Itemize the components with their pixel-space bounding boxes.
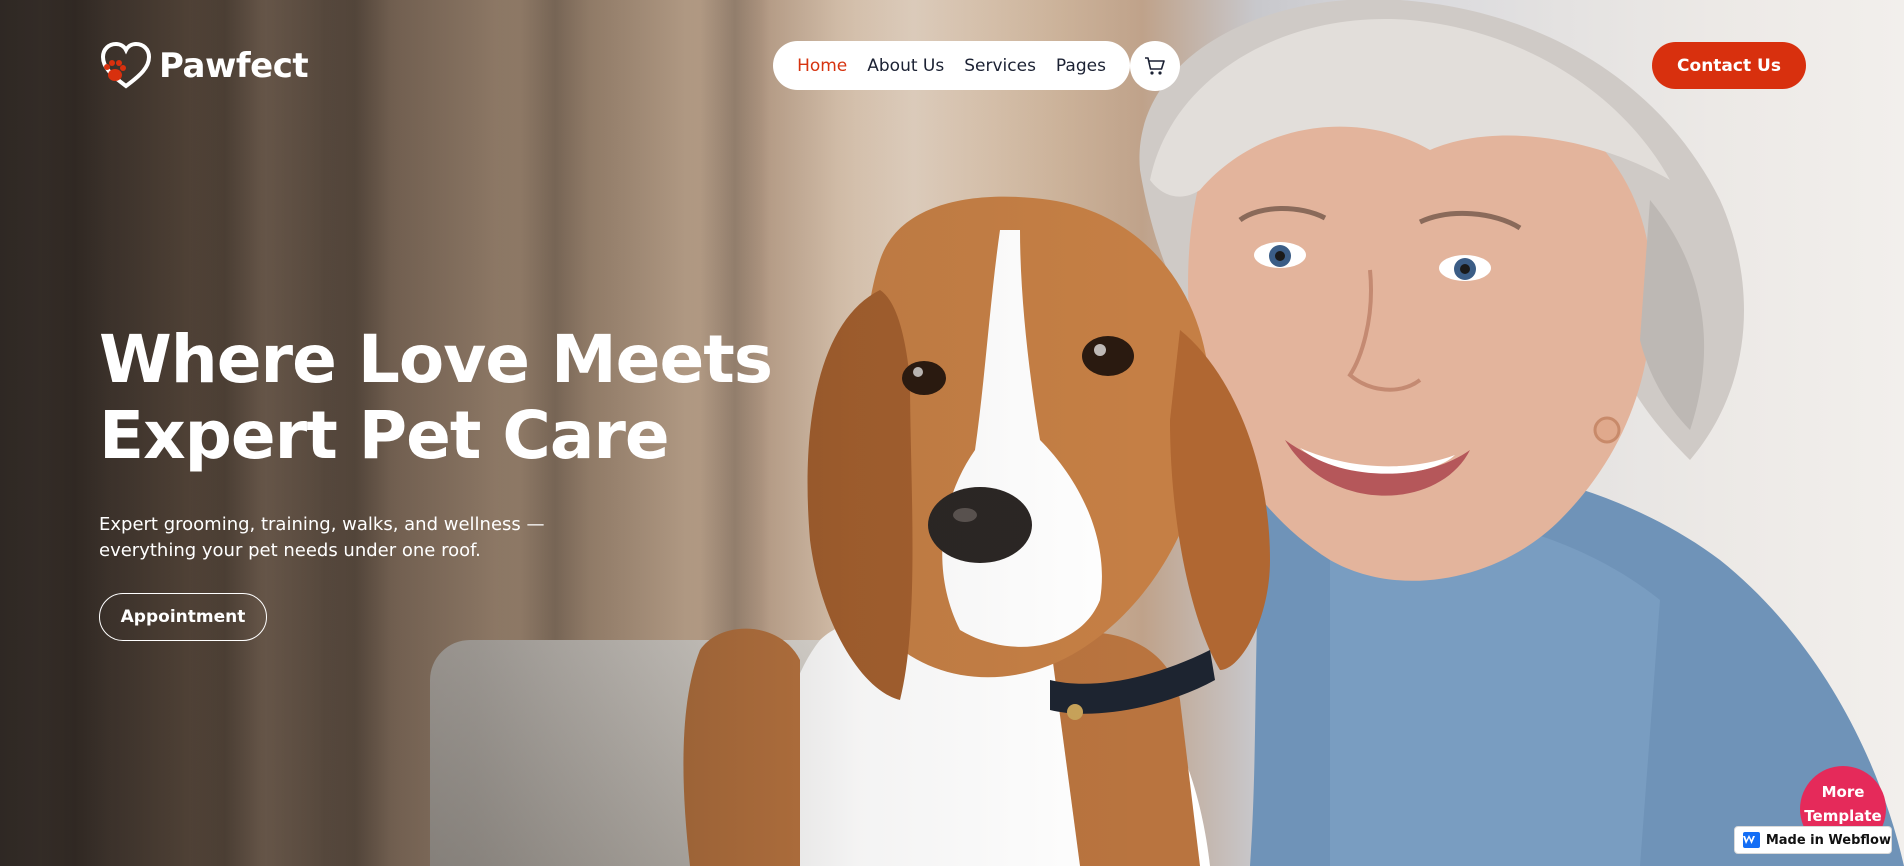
more-template-line-2: Template	[1804, 807, 1882, 825]
nav-link-home[interactable]: Home	[797, 56, 847, 76]
nav-link-pages[interactable]: Pages	[1056, 56, 1106, 76]
hero-subtitle-line-1: Expert grooming, training, walks, and we…	[99, 514, 545, 535]
hero-title: Where Love Meets Expert Pet Care	[99, 322, 799, 474]
contact-us-button[interactable]: Contact Us	[1652, 42, 1806, 89]
nav-link-services[interactable]: Services	[964, 56, 1036, 76]
main-nav: Home About Us Services Pages	[773, 41, 1130, 90]
hero-title-line-1: Where Love Meets	[99, 321, 773, 398]
webflow-badge-label: Made in Webflow	[1765, 832, 1891, 848]
hero-title-line-2: Expert Pet Care	[99, 397, 670, 474]
webflow-logo-icon	[1743, 832, 1760, 848]
cart-icon	[1145, 57, 1165, 75]
brand-logo[interactable]: Pawfect	[99, 40, 309, 92]
made-in-webflow-badge[interactable]: Made in Webflow	[1734, 826, 1892, 854]
hero-subtitle-line-2: everything your pet needs under one roof…	[99, 540, 481, 561]
cart-button[interactable]	[1130, 41, 1180, 91]
more-template-line-1: More	[1821, 783, 1865, 801]
hero-subtitle: Expert grooming, training, walks, and we…	[99, 512, 569, 564]
appointment-button[interactable]: Appointment	[99, 593, 267, 641]
nav-link-about-us[interactable]: About Us	[867, 56, 944, 76]
paw-heart-icon	[100, 41, 152, 89]
brand-name: Pawfect	[159, 46, 309, 86]
